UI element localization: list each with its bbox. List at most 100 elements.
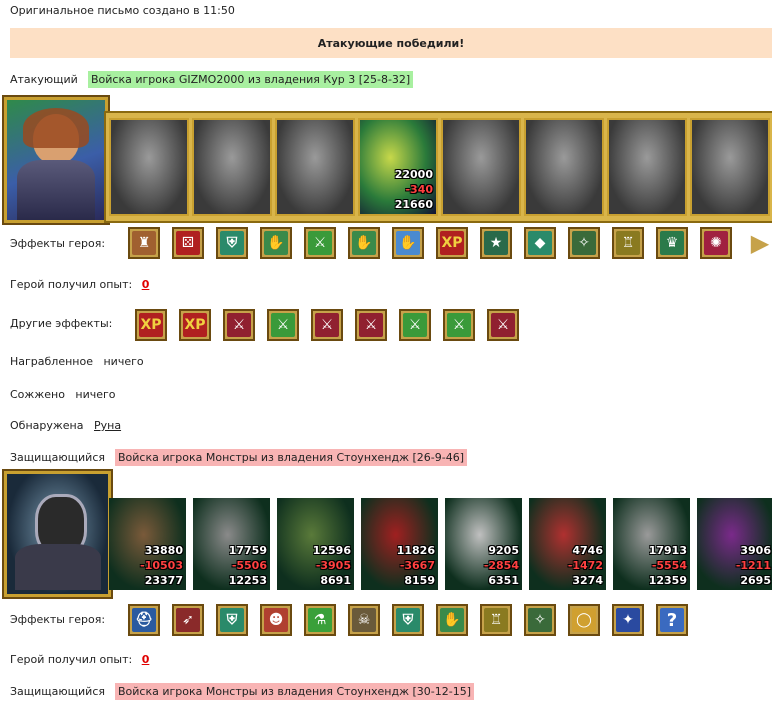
attacker-unit-8[interactable] (690, 118, 770, 216)
sword-glyph: ⚔ (447, 313, 471, 337)
tower-icon[interactable]: ♜ (128, 227, 160, 259)
shield-icon[interactable]: ⛨ (392, 604, 424, 636)
sword-glyph: ⚔ (403, 313, 427, 337)
unit-image (277, 120, 353, 214)
defender1-army-tag: Войска игрока Монстры из владения Стоунх… (115, 449, 468, 466)
unit-loss: -5506 (231, 559, 267, 572)
attacker-unit-1[interactable] (109, 118, 189, 216)
xp-icon[interactable]: XP (436, 227, 468, 259)
sword-icon[interactable]: ⚔ (399, 309, 431, 341)
defender-monster-5[interactable]: 9205 -2854 6351 (445, 498, 522, 590)
amulet-icon[interactable]: ✧ (524, 604, 556, 636)
unit-remaining: 6351 (488, 574, 519, 587)
sword-icon[interactable]: ⚔ (267, 309, 299, 341)
arrow-right-icon[interactable]: ▶ (744, 227, 772, 259)
xp-figure-icon[interactable]: ★ (480, 227, 512, 259)
armor-icon[interactable]: ♖ (480, 604, 512, 636)
staff-icon[interactable]: ✦ (612, 604, 644, 636)
handshake-glyph: ✋ (264, 231, 288, 255)
attacker-unit-5[interactable] (441, 118, 521, 216)
defender-monster-4[interactable]: 11826 -3667 8159 (361, 498, 438, 590)
defender-exp-label: Герой получил опыт: (10, 653, 133, 666)
xp-figure-glyph: ★ (484, 231, 508, 255)
skull-icon[interactable]: ☠ (348, 604, 380, 636)
attacker-unit-6[interactable] (524, 118, 604, 216)
attacker-effects-label: Эффекты героя: (10, 237, 106, 250)
sword-icon[interactable]: ⚔ (443, 309, 475, 341)
armor-icon[interactable]: ♖ (612, 227, 644, 259)
handshake-icon[interactable]: ✋ (260, 227, 292, 259)
helmet-icon[interactable]: ⛑ (128, 604, 160, 636)
helm-glyph: ♛ (660, 231, 684, 255)
attacker-hero-portrait[interactable] (4, 97, 108, 223)
unit-loss: -340 (405, 183, 433, 196)
fist-sword-icon[interactable]: ⚔ (223, 309, 255, 341)
potion-icon[interactable]: ⚗ (304, 604, 336, 636)
xp-icon[interactable]: XP (179, 309, 211, 341)
helm-icon[interactable]: ♛ (656, 227, 688, 259)
defender-monster-2[interactable]: 17759 -5506 12253 (193, 498, 270, 590)
unit-loss: -3905 (315, 559, 351, 572)
amulet-glyph: ✧ (528, 608, 552, 632)
found-rune-link[interactable]: Руна (94, 419, 121, 432)
unit-numbers: 3906 -1211 2695 (736, 543, 771, 588)
unit-count: 17913 (648, 544, 687, 557)
shield-glyph: ⛨ (396, 608, 420, 632)
attacker-label: Атакующий (10, 73, 78, 86)
staff-glyph: ✦ (616, 608, 640, 632)
xp-glyph: XP (440, 231, 464, 255)
fist-sword-glyph: ⚔ (227, 313, 251, 337)
face-icon[interactable]: ☻ (260, 604, 292, 636)
fist-sword-icon[interactable]: ⚔ (311, 309, 343, 341)
amulet-icon[interactable]: ✧ (568, 227, 600, 259)
attacker-exp-value[interactable]: 0 (142, 278, 150, 291)
attacker-unit-2[interactable] (192, 118, 272, 216)
dice-icon[interactable]: ⚄ (172, 227, 204, 259)
attacker-unit-3[interactable] (275, 118, 355, 216)
skull-glyph: ☠ (352, 608, 376, 632)
unit-remaining: 8691 (320, 574, 351, 587)
fist-sword-icon[interactable]: ⚔ (487, 309, 519, 341)
question-icon[interactable]: ? (656, 604, 688, 636)
attacker-unit-4[interactable]: 22000 -340 21660 (358, 118, 438, 216)
rune-icon[interactable]: ✺ (700, 227, 732, 259)
letter-created-text: Оригинальное письмо создано в 11:50 (10, 4, 235, 17)
sword-glyph: ⚔ (308, 231, 332, 255)
dice-glyph: ⚄ (176, 231, 200, 255)
xp-glyph: XP (183, 313, 207, 337)
fist-sword-glyph: ⚔ (315, 313, 339, 337)
face-glyph: ☻ (264, 608, 288, 632)
attacker-exp-label: Герой получил опыт: (10, 278, 133, 291)
attacker-unit-7[interactable] (607, 118, 687, 216)
defender-monster-8[interactable]: 3906 -1211 2695 (697, 498, 772, 590)
defender-monster-3[interactable]: 12596 -3905 8691 (277, 498, 354, 590)
question-glyph: ? (660, 608, 684, 632)
unit-remaining: 8159 (404, 574, 435, 587)
crystal-icon[interactable]: ◆ (524, 227, 556, 259)
unit-numbers: 17759 -5506 12253 (229, 543, 267, 588)
defender-exp-row: Герой получил опыт: 0 (10, 653, 149, 666)
arrows-icon[interactable]: ➶ (172, 604, 204, 636)
hand-icon[interactable]: ✋ (392, 227, 424, 259)
armor-glyph: ♖ (484, 608, 508, 632)
unit-image (111, 120, 187, 214)
sword-icon[interactable]: ⚔ (304, 227, 336, 259)
defender-monster-1[interactable]: 33880 -10503 23377 (109, 498, 186, 590)
xp-icon[interactable]: XP (135, 309, 167, 341)
unit-remaining: 23377 (144, 574, 183, 587)
shield-icon[interactable]: ⛨ (216, 227, 248, 259)
defender-monster-6[interactable]: 4746 -1472 3274 (529, 498, 606, 590)
handshake-icon[interactable]: ✋ (436, 604, 468, 636)
defender-monster-7[interactable]: 17913 -5554 12359 (613, 498, 690, 590)
hero-armor (17, 160, 95, 220)
defender1-label: Защищающийся (10, 451, 105, 464)
helmet-glyph: ⛑ (132, 608, 156, 632)
handshake-icon[interactable]: ✋ (348, 227, 380, 259)
fist-sword-icon[interactable]: ⚔ (355, 309, 387, 341)
defender-hero-portrait[interactable] (4, 471, 111, 597)
defender-exp-value[interactable]: 0 (142, 653, 150, 666)
defender-effects-label: Эффекты героя: (10, 613, 106, 626)
unit-numbers: 4746 -1472 3274 (568, 543, 603, 588)
ring-icon[interactable]: ◯ (568, 604, 600, 636)
shield-icon[interactable]: ⛨ (216, 604, 248, 636)
